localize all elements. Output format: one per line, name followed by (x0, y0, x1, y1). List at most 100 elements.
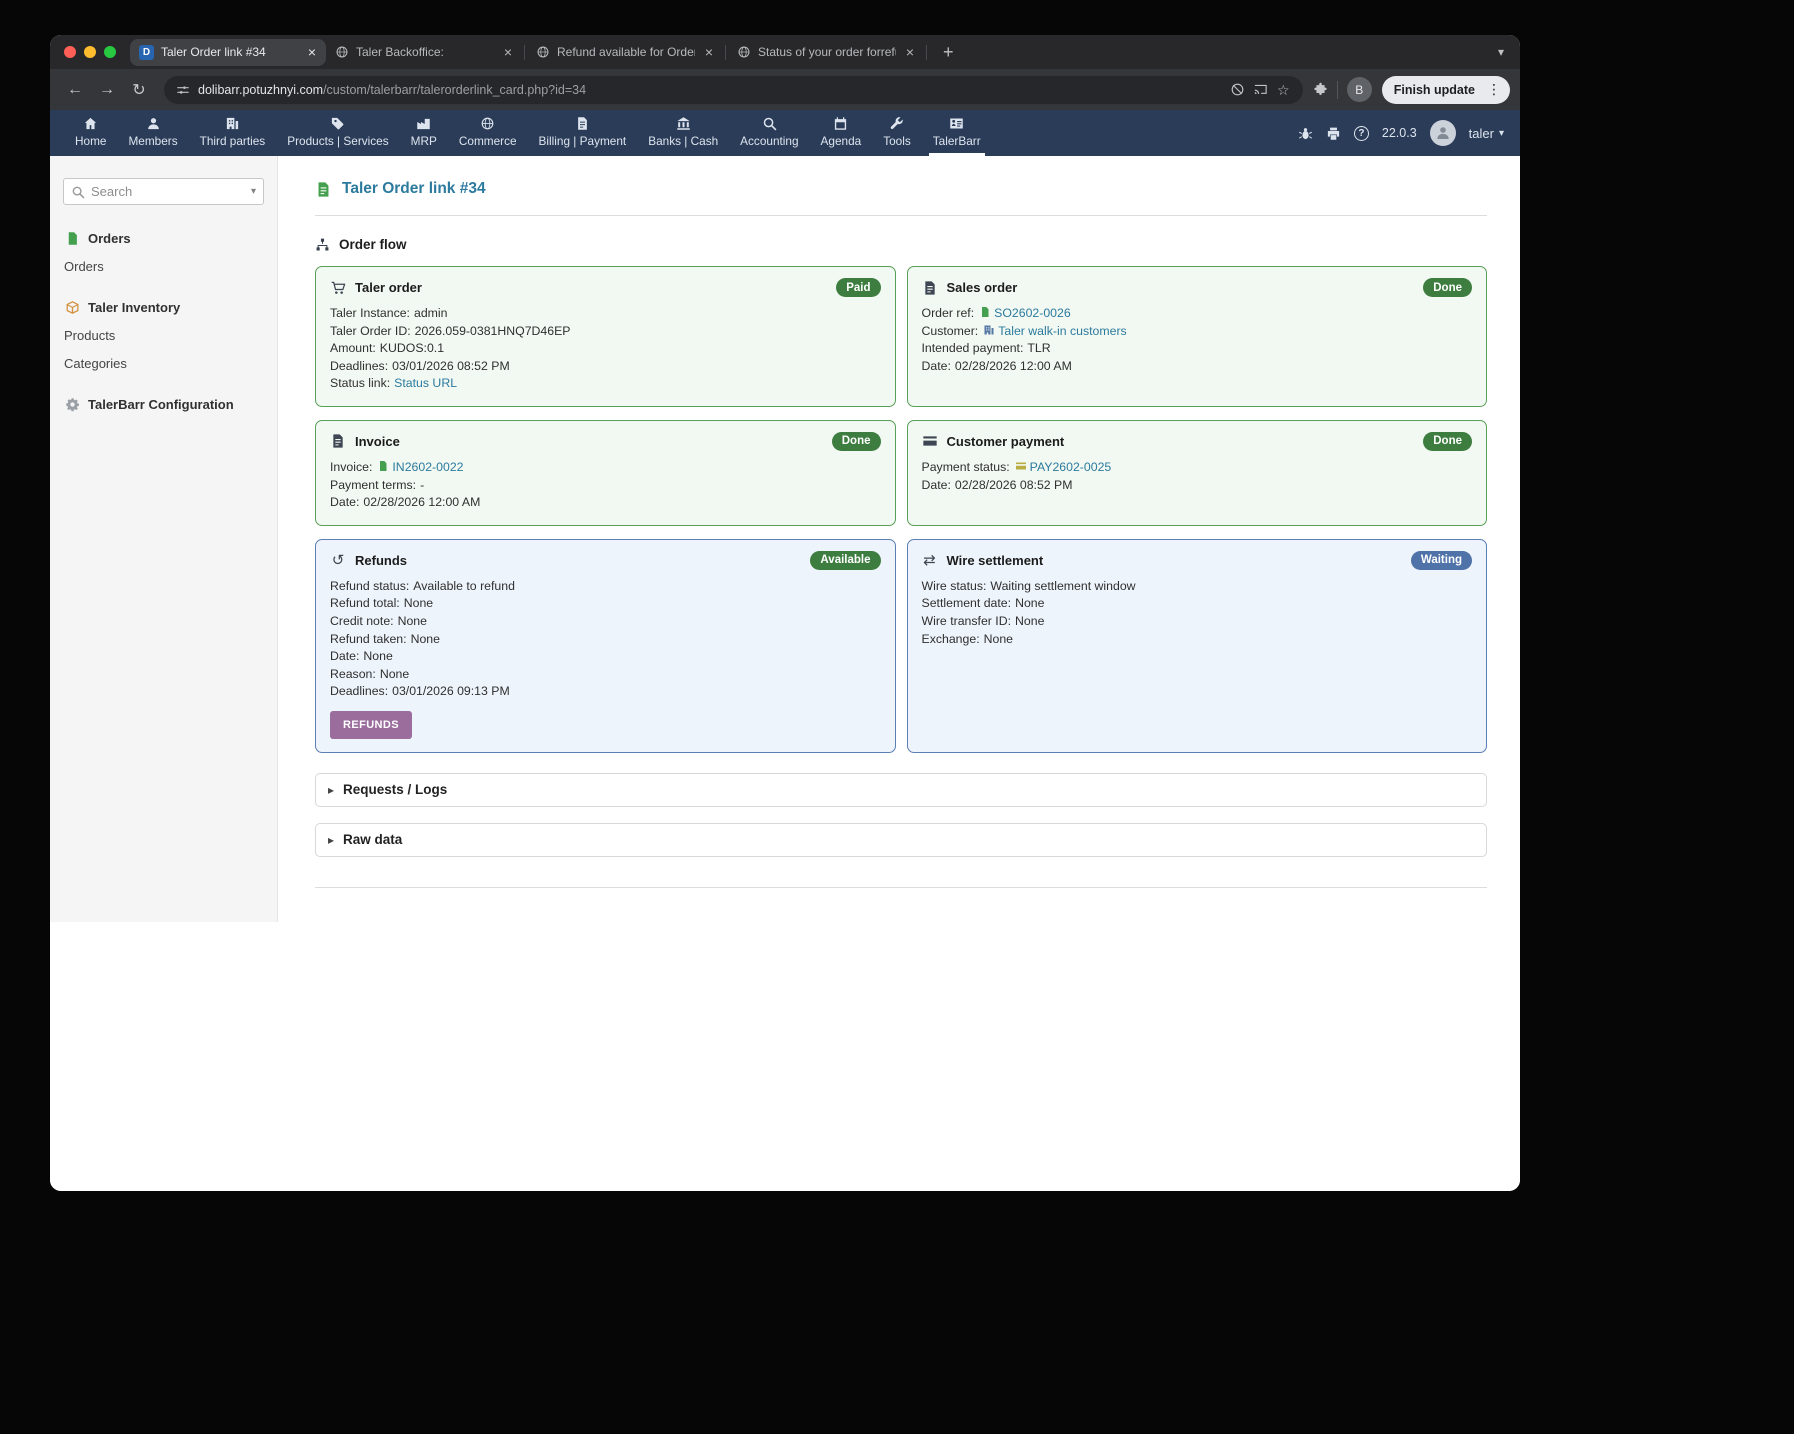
line-link-pay2602-0025[interactable]: PAY2602-0025 (1030, 460, 1112, 474)
sidebar-group-talerbarr-configuration[interactable]: TalerBarr Configuration (65, 397, 264, 412)
menu-item-members[interactable]: Members (117, 110, 188, 156)
search-input[interactable] (91, 184, 245, 199)
page-body: ▾ Orders Orders Taler Inventory Products Cat… (50, 156, 1520, 1191)
card-line: Taler Order ID: 2026.059-0381HNQ7D46EP (330, 323, 881, 341)
sidebar-item-orders[interactable]: Orders (64, 259, 264, 274)
extensions-puzzle-icon[interactable] (1313, 82, 1328, 97)
tab-search-icon[interactable]: ▾ (1492, 43, 1510, 61)
print-icon[interactable] (1326, 126, 1341, 141)
line-link-taler-walk-in-customers[interactable]: Taler walk-in customers (998, 324, 1126, 338)
version-label: 22.0.3 (1381, 126, 1417, 140)
browser-menu-icon[interactable]: ⋮ (1484, 81, 1504, 98)
section-requests-logs[interactable]: ▸ Requests / Logs (315, 772, 1487, 807)
profile-avatar[interactable]: B (1346, 77, 1372, 102)
menu-module-icon (949, 116, 964, 131)
tab-favicon-globe-icon (536, 45, 550, 59)
line-value: None (1015, 613, 1045, 628)
finish-update-button[interactable]: Finish update ⋮ (1381, 75, 1510, 104)
card-line: Settlement date: None (922, 595, 1473, 613)
menu-item-mrp[interactable]: MRP (400, 110, 448, 156)
menu-item-banks-cash[interactable]: Banks | Cash (637, 110, 729, 156)
cast-icon[interactable] (1253, 82, 1268, 97)
refunds-button[interactable]: REFUNDS (330, 710, 412, 739)
menu-item-third-parties[interactable]: Third parties (189, 110, 277, 156)
menu-tag-icon (330, 116, 345, 131)
vpn-off-icon[interactable] (1230, 82, 1245, 97)
line-label: Date: (330, 495, 360, 510)
tab-close-icon[interactable]: × (702, 45, 716, 59)
sidebar-group-orders[interactable]: Orders (65, 231, 264, 246)
title-divider (315, 215, 1487, 216)
menu-item-label: Commerce (458, 134, 517, 148)
card-line: Status link: Status URL (330, 375, 881, 393)
section-raw-data[interactable]: ▸ Raw data (315, 822, 1487, 857)
user-menu[interactable]: taler ▾ (1469, 126, 1504, 141)
menu-item-home[interactable]: Home (64, 110, 117, 156)
menu-item-billing-payment[interactable]: Billing | Payment (528, 110, 638, 156)
back-button[interactable]: ← (60, 76, 90, 104)
line-label: Date: (330, 649, 360, 664)
tab-close-icon[interactable]: × (305, 45, 319, 59)
card-line: Deadlines: 03/01/2026 09:13 PM (330, 683, 881, 701)
tab-close-icon[interactable]: × (501, 45, 515, 59)
tab-separator (524, 44, 525, 60)
menu-item-accounting[interactable]: Accounting (729, 110, 809, 156)
sidebar-group-taler-inventory[interactable]: Taler Inventory (65, 300, 264, 315)
card-line: Invoice: IN2602-0022 (330, 459, 881, 477)
forward-button[interactable]: → (92, 76, 122, 104)
cards-grid: Taler order Paid Taler Instance: admin Taler… (315, 266, 1487, 753)
menu-item-agenda[interactable]: Agenda (810, 110, 873, 156)
line-label: Refund taken: (330, 631, 407, 646)
bottom-divider (315, 886, 1487, 888)
line-value: KUDOS:0.1 (379, 341, 445, 356)
link-card-icon (1015, 460, 1027, 472)
card-line: Customer: Taler walk-in customers (922, 323, 1473, 341)
line-label: Wire status: (921, 578, 987, 593)
sidebar-item-categories[interactable]: Categories (64, 356, 264, 371)
sitemap-icon (315, 237, 330, 252)
card-customer-payment: Customer payment Done Payment status: PAY26… (906, 419, 1487, 526)
reload-button[interactable]: ↻ (124, 76, 154, 104)
tab-close-icon[interactable]: × (903, 45, 917, 59)
collapsible-sections: ▸ Requests / Logs ▸ Raw data (315, 772, 1487, 857)
toolbar-divider (1336, 80, 1338, 99)
line-link-in2602-0022[interactable]: IN2602-0022 (392, 460, 463, 474)
menu-item-products-services[interactable]: Products | Services (276, 110, 399, 156)
sidebar-item-products[interactable]: Products (64, 328, 264, 343)
browser-tab-taler-backoffice[interactable]: Taler Backoffice: × (326, 39, 522, 66)
menu-item-talerbarr[interactable]: TalerBarr (922, 110, 992, 156)
card-line: Refund taken: None (330, 631, 881, 649)
line-label: Date: (921, 477, 951, 492)
card-card-icon (922, 433, 938, 449)
menu-item-tools[interactable]: Tools (872, 110, 922, 156)
site-settings-icon[interactable] (176, 83, 190, 97)
bookmark-star-icon[interactable]: ☆ (1276, 82, 1291, 97)
search-caret-icon[interactable]: ▾ (251, 186, 256, 197)
maximize-window-button[interactable] (104, 46, 116, 58)
sidebar-search[interactable]: ▾ (63, 178, 264, 205)
address-bar[interactable]: dolibarr.potuzhnyi.com/custom/talerbarr/… (164, 75, 1303, 104)
link-building-icon (983, 324, 995, 336)
line-link-so2602-0026[interactable]: SO2602-0026 (994, 306, 1071, 320)
card-title: Wire settlement (946, 552, 1044, 568)
card-invoice-icon (330, 433, 346, 449)
line-label: Status link: (330, 376, 391, 391)
tab-strip: D Taler Order link #34 × Taler Backoffice: ×… (130, 35, 929, 69)
line-link-status-url[interactable]: Status URL (394, 376, 457, 390)
browser-tab-refund-available-for-order-to[interactable]: Refund available for Order to × (527, 39, 723, 66)
help-icon[interactable]: ? (1353, 125, 1369, 141)
user-avatar[interactable] (1429, 120, 1456, 146)
close-window-button[interactable] (64, 46, 76, 58)
user-chevron-icon: ▾ (1498, 127, 1504, 139)
minimize-window-button[interactable] (84, 46, 96, 58)
line-label: Date: (921, 358, 951, 373)
menu-item-commerce[interactable]: Commerce (448, 110, 528, 156)
browser-tab-taler-order-link-34[interactable]: D Taler Order link #34 × (130, 38, 326, 66)
page-title: Taler Order link #34 (342, 180, 486, 197)
line-value: 02/28/2026 12:00 AM (954, 358, 1072, 373)
bug-report-icon[interactable] (1298, 126, 1313, 141)
browser-tab-status-of-your-order-forrefund[interactable]: Status of your order forrefund × (728, 39, 924, 66)
new-tab-button[interactable]: + (939, 42, 958, 63)
line-label: Customer: (921, 323, 979, 338)
line-value: None (410, 631, 440, 646)
